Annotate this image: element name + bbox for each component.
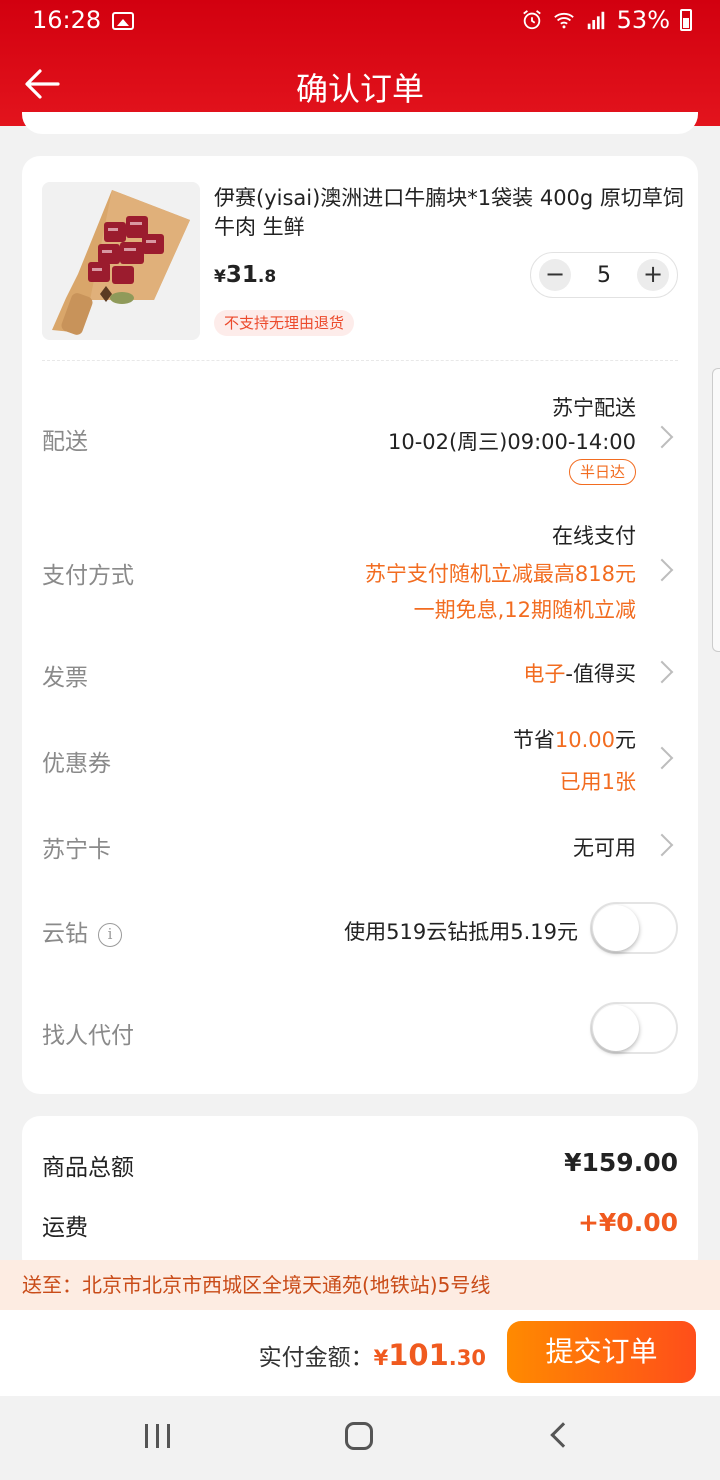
actual-payment: 实付金额：¥101.30 [259, 1338, 486, 1372]
cloud-diamond-text: 使用519云钻抵用5.19元 [344, 920, 578, 944]
signal-icon [587, 11, 604, 30]
price-currency: ¥ [214, 267, 226, 287]
info-icon[interactable]: i [98, 922, 122, 947]
page-title: 确认订单 [295, 70, 424, 108]
system-nav-bar [0, 1396, 720, 1480]
delivery-label: 配送 [42, 429, 88, 455]
price-integer: 31 [225, 262, 258, 288]
invoice-type: 电子 [523, 662, 566, 686]
status-time: 16:28 [32, 6, 102, 34]
quantity-stepper: − 5 + [530, 252, 678, 298]
checkout-bar: 实付金额：¥101.30 提交订单 [0, 1310, 720, 1396]
wifi-icon [553, 12, 574, 29]
half-day-badge: 半日达 [568, 459, 636, 485]
address-card-edge [22, 112, 698, 134]
proxy-pay-label: 找人代付 [42, 1023, 134, 1049]
invoice-value: 电子-值得买 [523, 658, 636, 688]
coupon-used: 已用1张 [559, 770, 636, 794]
pay-currency: ¥ [373, 1346, 389, 1370]
product-image[interactable] [42, 182, 200, 340]
invoice-title: -值得买 [565, 662, 636, 686]
toggle-knob [593, 1005, 639, 1051]
scroll-handle[interactable] [712, 368, 720, 652]
order-card: 伊赛(yisai)澳洲进口牛腩块*1袋装 400g 原切草饲牛肉 生鲜 ¥31.… [22, 156, 698, 1094]
status-bar: 16:28 53% [0, 0, 720, 44]
beef-image-icon [42, 182, 200, 340]
nav-back-button[interactable] [550, 1422, 576, 1448]
chevron-right-icon [650, 558, 674, 582]
image-notification-icon [112, 12, 134, 30]
no-return-tag: 不支持无理由退货 [214, 310, 355, 336]
product-name[interactable]: 伊赛(yisai)澳洲进口牛腩块*1袋装 400g 原切草饲牛肉 生鲜 [214, 184, 684, 242]
pay-amount-dec: .30 [448, 1346, 486, 1370]
coupon-label: 优惠券 [42, 751, 111, 777]
recent-apps-button[interactable] [145, 1424, 171, 1448]
goods-total-value: ¥159.00 [564, 1148, 678, 1177]
delivery-carrier: 苏宁配送 [552, 396, 636, 420]
coupon-suffix: 元 [615, 728, 636, 752]
top-bar: 16:28 53% 确认订单 [0, 0, 720, 126]
shipping-value: +¥0.00 [577, 1208, 678, 1237]
home-button[interactable] [345, 1422, 373, 1450]
submit-order-button[interactable]: 提交订单 [507, 1321, 696, 1383]
chevron-right-icon [650, 746, 674, 770]
payment-promo-1: 苏宁支付随机立减最高818元 [364, 562, 636, 586]
invoice-label: 发票 [42, 665, 88, 691]
payment-method: 在线支付 [552, 524, 636, 548]
chevron-right-icon [650, 425, 674, 449]
coupon-prefix: 节省 [512, 728, 555, 752]
delivery-badge-wrap: 半日达 [568, 458, 636, 485]
pay-amount-int: 101 [388, 1338, 449, 1372]
status-icons: 53% [521, 6, 692, 34]
alarm-icon [522, 10, 541, 30]
proxy-pay-toggle[interactable] [590, 1002, 678, 1054]
price-decimal: .8 [257, 267, 277, 287]
delivery-address[interactable]: 送至：北京市北京市西城区全境天通苑(地铁站)5号线 [0, 1260, 720, 1310]
chevron-right-icon [650, 660, 674, 684]
cloud-diamond-toggle[interactable] [590, 902, 678, 954]
shipping-label: 运费 [42, 1215, 88, 1241]
payment-promo-2: 一期免息,12期随机立减 [413, 598, 636, 622]
chevron-right-icon [650, 833, 674, 857]
suning-card-value: 无可用 [573, 836, 636, 860]
battery-percent: 53% [616, 6, 670, 34]
goods-total-label: 商品总额 [42, 1155, 134, 1181]
dashed-divider [42, 360, 678, 361]
toggle-knob [593, 905, 639, 951]
cloud-diamond-text-label: 云钻 [42, 921, 88, 947]
payment-label: 支付方式 [42, 563, 134, 589]
product-price: ¥31.8 [214, 262, 276, 288]
coupon-amount: 10.00 [554, 728, 615, 752]
increase-button[interactable]: + [637, 259, 669, 291]
cloud-diamond-label: 云钻 i [42, 914, 122, 948]
pay-label-text: 实付金额： [258, 1345, 374, 1371]
coupon-saving: 节省10.00元 [513, 724, 636, 754]
delivery-time: 10-02(周三)09:00-14:00 [387, 430, 636, 454]
suning-card-label: 苏宁卡 [42, 837, 111, 863]
summary-card: 商品总额 ¥159.00 运费 +¥0.00 [22, 1116, 698, 1276]
battery-icon [680, 9, 692, 31]
